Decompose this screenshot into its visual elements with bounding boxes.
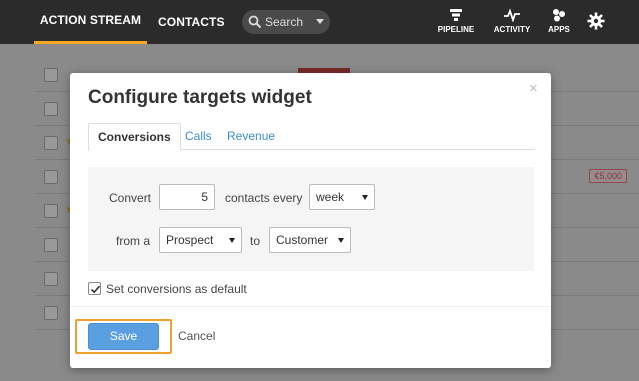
row-checkbox[interactable]: [44, 136, 58, 150]
nav-activity-label: ACTIVITY: [493, 25, 531, 34]
close-icon[interactable]: ×: [529, 81, 541, 96]
nav-pipeline[interactable]: PIPELINE: [434, 8, 478, 34]
chevron-down-icon: [229, 238, 235, 243]
cancel-button[interactable]: Cancel: [178, 329, 215, 343]
default-checkbox-label[interactable]: Set conversions as default: [106, 282, 247, 296]
top-navigation: ACTION STREAM CONTACTS Search PIPELINE A…: [0, 0, 639, 44]
tab-revenue[interactable]: Revenue: [218, 123, 284, 150]
to-label: to: [250, 234, 261, 248]
period-select-value: week: [316, 190, 345, 204]
tab-action-stream-label: ACTION STREAM: [39, 13, 142, 27]
chevron-down-icon[interactable]: [316, 19, 324, 24]
contacts-every-label: contacts every: [225, 191, 303, 205]
tab-contacts[interactable]: CONTACTS: [158, 0, 225, 44]
chevron-down-icon: [338, 238, 344, 243]
row-checkbox[interactable]: [44, 238, 58, 252]
conversion-count-input[interactable]: 5: [159, 184, 215, 210]
dialog-title: Configure targets widget: [88, 87, 312, 108]
conversion-target-form: Convert 5 contacts every week from a Pro…: [88, 167, 534, 271]
tab-conversions[interactable]: Conversions: [88, 123, 181, 151]
footer-divider: [70, 306, 551, 307]
from-stage-select[interactable]: Prospect: [159, 227, 242, 253]
checkmark-icon: [90, 285, 101, 294]
row-checkbox[interactable]: [44, 102, 58, 116]
pipeline-icon: [450, 9, 462, 21]
apps-icon: [553, 9, 565, 22]
row-checkbox[interactable]: [44, 272, 58, 286]
default-checkbox[interactable]: [88, 282, 101, 295]
activity-icon: [504, 8, 520, 22]
amount-badge: €5,000: [589, 169, 627, 183]
gear-icon: [587, 12, 605, 30]
convert-label: Convert: [109, 191, 152, 205]
save-button[interactable]: Save: [88, 323, 159, 350]
to-stage-value: Customer: [276, 233, 329, 247]
row-checkbox[interactable]: [44, 170, 58, 184]
tab-contacts-label: CONTACTS: [158, 15, 225, 29]
nav-pipeline-label: PIPELINE: [437, 25, 475, 34]
configure-targets-dialog: Configure targets widget × Conversions C…: [70, 73, 551, 368]
nav-apps-label: APPS: [548, 25, 570, 34]
row-checkbox[interactable]: [44, 306, 58, 320]
dialog-tabs: Conversions Calls Revenue: [88, 123, 534, 151]
row-checkbox[interactable]: [44, 68, 58, 82]
from-stage-value: Prospect: [166, 233, 214, 247]
search-box[interactable]: Search: [242, 10, 330, 34]
chevron-down-icon: [362, 195, 368, 200]
from-label: from a: [116, 234, 151, 248]
row-checkbox[interactable]: [44, 204, 58, 218]
tab-action-stream[interactable]: ACTION STREAM: [34, 0, 147, 44]
search-icon: [248, 15, 262, 29]
period-select[interactable]: week: [309, 184, 375, 210]
to-stage-select[interactable]: Customer: [269, 227, 351, 253]
search-placeholder: Search: [265, 15, 304, 29]
nav-settings[interactable]: [586, 12, 606, 33]
nav-apps[interactable]: APPS: [545, 8, 573, 34]
nav-activity[interactable]: ACTIVITY: [490, 8, 534, 34]
tab-calls[interactable]: Calls: [176, 123, 221, 150]
